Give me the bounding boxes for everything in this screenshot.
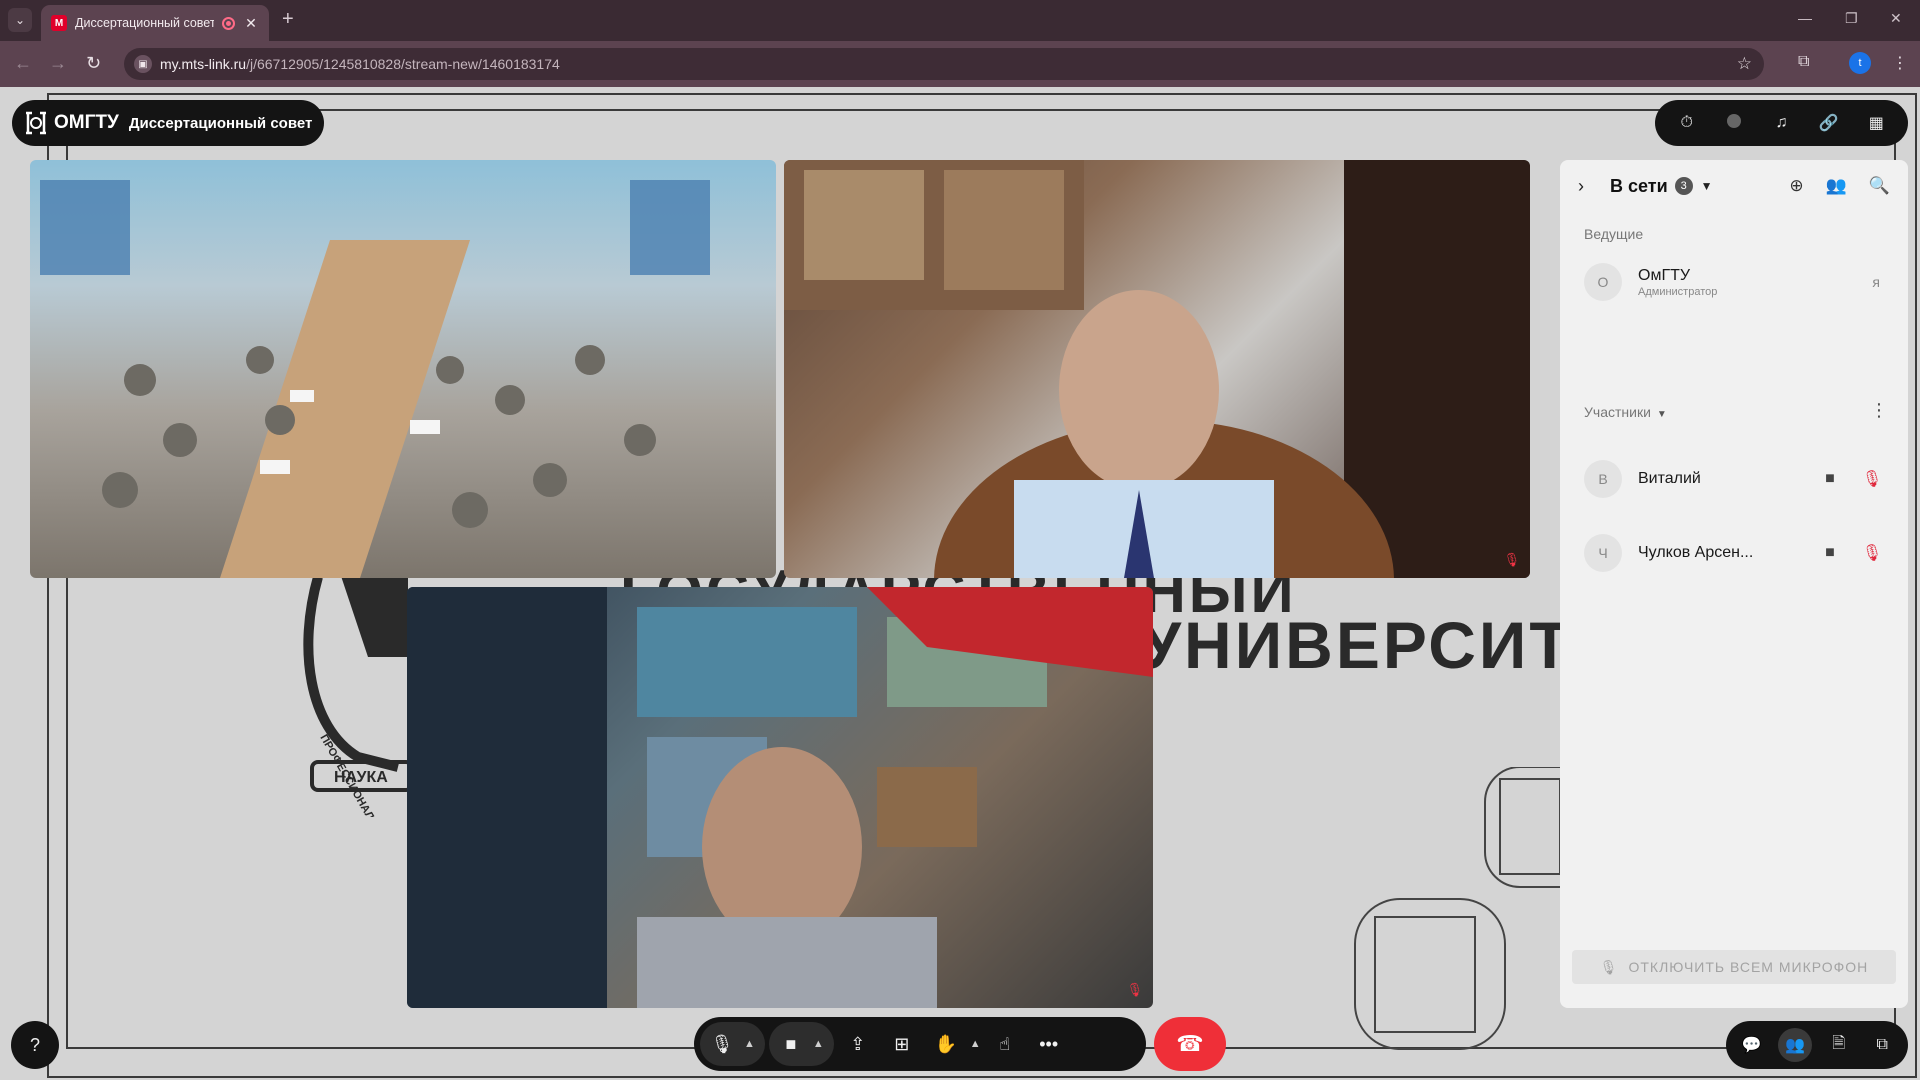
chevron-up-icon[interactable]: ▲: [744, 1038, 755, 1050]
host-role: Администратор: [1638, 285, 1718, 298]
reaction-icon[interactable]: ☝: [985, 1034, 1025, 1055]
brand-pill: ОМГТУ Диссертационный совет: [12, 100, 325, 146]
online-title[interactable]: В сети: [1610, 176, 1668, 197]
brand-logo-text: ОМГТУ: [54, 112, 119, 133]
online-count-badge: 3: [1674, 177, 1693, 195]
profile-avatar[interactable]: t: [1849, 52, 1871, 74]
chevron-up-icon[interactable]: ▲: [970, 1038, 981, 1050]
apps-grid-icon[interactable]: ▦: [1864, 113, 1888, 133]
chat-icon[interactable]: 💬: [1735, 1028, 1769, 1062]
muted-mic-icon: 🎙: [1126, 982, 1143, 997]
me-label: я: [1872, 274, 1880, 290]
webinar-app: ГОСУДАРСТВЕННЫЙ УНИВЕРСИТЕТ ПРОФЕССИОНАЛ…: [0, 87, 1920, 1080]
collapse-panel-icon[interactable]: ›: [1578, 176, 1598, 197]
hosts-label: Ведущие: [1584, 226, 1644, 242]
recording-indicator-icon: [222, 16, 235, 30]
host-name: ОмГТУ: [1638, 266, 1691, 284]
browser-tab-active[interactable]: M Диссертационный совет ✕: [41, 5, 269, 41]
omgtu-logo-icon: [26, 111, 46, 135]
avatar: Ч: [1584, 534, 1622, 572]
star-icon[interactable]: ☆: [1737, 54, 1752, 74]
mic-off-icon[interactable]: 🎙: [1860, 469, 1884, 489]
sound-icon[interactable]: ♫: [1769, 114, 1793, 132]
event-title: Диссертационный совет: [128, 114, 313, 132]
camera-control[interactable]: ■ ▲: [768, 1022, 834, 1066]
chevron-down-icon: ▼: [1656, 409, 1667, 420]
mic-off-icon: 🎙: [1599, 958, 1619, 975]
participants-label: Участники: [1584, 404, 1651, 420]
top-toolbar: ⏱ ♫ 🔗 ▦: [1655, 100, 1908, 146]
browser-toolbar: ← → ↻ ▣ my.mts-link.ru/j/66712905/124581…: [0, 41, 1920, 87]
hangup-icon: ☎: [1176, 1031, 1204, 1056]
participant-name: Виталий: [1638, 470, 1701, 487]
browser-tab-bar: ⌄ M Диссертационный совет ✕ + — ❐ ✕: [0, 0, 1920, 41]
tab-close-icon[interactable]: ✕: [243, 15, 259, 32]
mute-all-button[interactable]: 🎙 ОТКЛЮЧИТЬ ВСЕМ МИКРОФОН: [1572, 950, 1896, 984]
video-tile-speaker[interactable]: 🎙: [784, 160, 1530, 578]
participant-video: [407, 587, 1153, 1008]
extensions-icon[interactable]: ⧉: [1798, 53, 1809, 71]
favicon-icon: M: [51, 15, 67, 31]
speaker-video: [784, 160, 1530, 578]
panel-header: › В сети 3 ▼ ⊕ 👥 🔍: [1560, 160, 1908, 212]
url-path: /j/66712905/1245810828/stream-new/146018…: [246, 56, 560, 72]
participant-name: Чулков Арсен...: [1638, 544, 1754, 561]
host-row[interactable]: О ОмГТУ Администратор я: [1584, 260, 1884, 304]
minimize-icon[interactable]: —: [1798, 10, 1812, 26]
search-icon[interactable]: 🔍: [1869, 176, 1890, 196]
emblem-text-science: НАУКА: [334, 769, 388, 786]
muted-mic-icon: 🎙: [1503, 552, 1520, 567]
slide-decor-shapes: [1354, 767, 1570, 1050]
restore-icon[interactable]: ❐: [1845, 10, 1858, 27]
camera-icon[interactable]: ■: [1818, 544, 1842, 562]
microphone-icon[interactable]: 🎙: [710, 1034, 734, 1055]
participants-icon[interactable]: 👥: [1778, 1028, 1813, 1062]
participants-panel: › В сети 3 ▼ ⊕ 👥 🔍 Ведущие О ОмГТУ Админ…: [1560, 160, 1908, 1008]
apps-icon[interactable]: ⧉: [1865, 1028, 1899, 1062]
raise-hand-icon[interactable]: ✋: [926, 1034, 966, 1055]
people-icon[interactable]: 👥: [1826, 176, 1847, 196]
omgtu-logo: ОМГТУ: [24, 110, 119, 136]
avatar: В: [1584, 460, 1622, 498]
layout-add-icon[interactable]: ⊞: [882, 1034, 922, 1055]
url-domain: my.mts-link.ru: [160, 56, 247, 72]
screen-share-icon[interactable]: ⇪: [838, 1034, 878, 1055]
mute-all-label: ОТКЛЮЧИТЬ ВСЕМ МИКРОФОН: [1628, 959, 1869, 975]
conference-room-video: [40, 180, 710, 578]
reload-icon[interactable]: ↻: [86, 53, 101, 73]
record-icon[interactable]: [1722, 113, 1746, 133]
back-icon[interactable]: ←: [14, 53, 32, 73]
chevron-down-icon[interactable]: ▼: [1701, 179, 1713, 193]
side-panel-switcher: 💬 👥 🗎 ⧉: [1726, 1021, 1908, 1069]
url-text: my.mts-link.ru/j/66712905/1245810828/str…: [160, 56, 560, 72]
new-tab-button[interactable]: +: [282, 9, 294, 29]
help-button[interactable]: ?: [11, 1021, 59, 1069]
address-bar[interactable]: ▣ my.mts-link.ru/j/66712905/1245810828/s…: [124, 48, 1764, 80]
close-icon[interactable]: ✕: [1890, 10, 1902, 27]
participant-row[interactable]: В Виталий ■ 🎙: [1584, 457, 1884, 501]
avatar: О: [1584, 263, 1622, 301]
link-icon[interactable]: 🔗: [1817, 113, 1841, 133]
add-participant-icon[interactable]: ⊕: [1789, 176, 1803, 196]
microphone-control[interactable]: 🎙 ▲: [700, 1022, 765, 1066]
forward-icon[interactable]: →: [49, 53, 67, 73]
menu-icon[interactable]: ⋮: [1892, 53, 1908, 73]
hangup-button[interactable]: ☎: [1154, 1017, 1226, 1071]
mic-off-icon[interactable]: 🎙: [1860, 543, 1884, 563]
media-controls: 🎙 ▲ ■ ▲ ⇪ ⊞ ✋ ▲ ☝ •••: [694, 1017, 1146, 1071]
files-icon[interactable]: 🗎: [1822, 1028, 1856, 1062]
more-options-icon[interactable]: ⋮: [1870, 400, 1888, 421]
more-icon[interactable]: •••: [1029, 1034, 1069, 1055]
tab-title: Диссертационный совет: [75, 16, 214, 30]
participant-row[interactable]: Ч Чулков Арсен... ■ 🎙: [1584, 531, 1884, 575]
camera-icon[interactable]: ■: [779, 1034, 803, 1055]
site-info-icon[interactable]: ▣: [134, 55, 152, 73]
video-tile-conference-room[interactable]: [30, 160, 776, 578]
video-tile-participant[interactable]: 🎙: [407, 587, 1153, 1008]
timer-icon[interactable]: ⏱: [1675, 114, 1699, 132]
chevron-up-icon[interactable]: ▲: [813, 1038, 824, 1050]
tab-search-icon[interactable]: ⌄: [8, 8, 32, 32]
camera-icon[interactable]: ■: [1818, 470, 1842, 488]
participants-label-wrap[interactable]: Участники ▼: [1584, 404, 1667, 420]
